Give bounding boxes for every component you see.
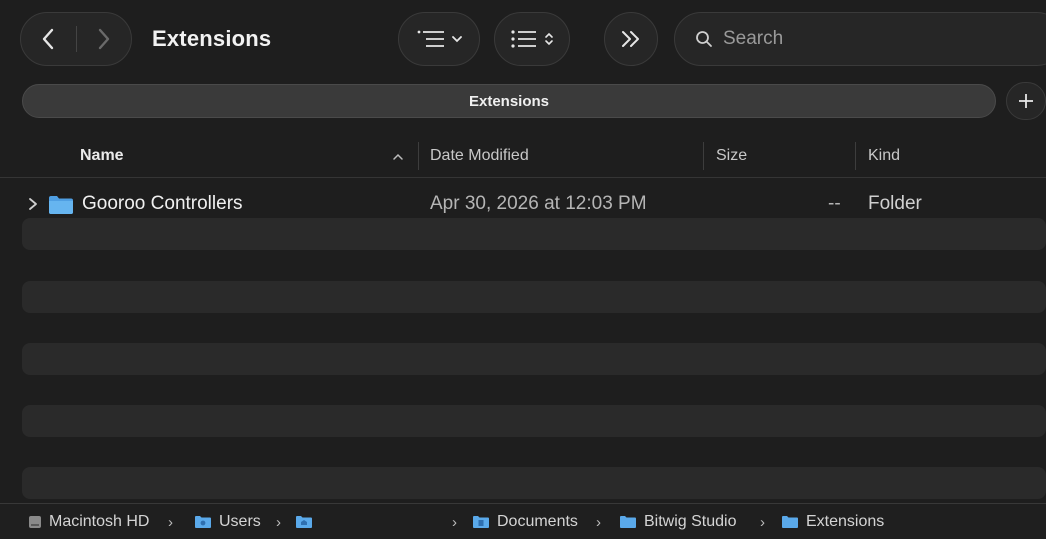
tab-extensions[interactable]: Extensions [22,84,996,118]
folder-icon [782,516,798,528]
path-separator: › [760,513,765,531]
add-tab-button[interactable] [1006,82,1046,120]
path-bar: Macintosh HD › Users › › Documents › Bit… [0,503,1046,539]
search-input[interactable] [723,28,1003,50]
column-size[interactable]: Size [716,134,747,178]
forward-button[interactable] [76,13,131,65]
finder-window: Extensions Search Extensions Name Date M… [0,0,1046,539]
path-item-label: Extensions [806,513,885,530]
path-separator: › [452,513,457,531]
search-field[interactable] [674,12,1046,66]
file-name: Gooroo Controllers [82,193,243,214]
row-stripe [22,218,1046,250]
folder-icon [49,196,73,214]
path-item-label: Users [219,513,261,530]
path-item-users[interactable]: Users [194,504,261,539]
search-icon [696,31,712,47]
path-item-label: Documents [497,513,578,530]
file-size: -- [828,193,841,214]
column-divider[interactable] [418,142,419,170]
path-separator: › [596,513,601,531]
column-divider[interactable] [855,142,856,170]
tab-label: Extensions [468,92,550,110]
navigation-controls [20,12,132,66]
sort-ascending-icon[interactable] [392,147,404,165]
path-item-home[interactable] [295,504,320,539]
home-folder-icon [296,516,312,528]
row-stripe [22,343,1046,375]
row-stripe [22,281,1046,313]
folder-icon [620,516,636,528]
disclosure-triangle-icon[interactable] [28,196,38,212]
chevron-right-icon [98,28,109,50]
more-toolbar-button[interactable] [604,12,658,66]
double-chevron-right-icon [622,31,639,47]
column-date-modified[interactable]: Date Modified [430,134,529,178]
chevron-left-icon [43,28,54,50]
path-separator: › [276,513,281,531]
path-item-macintosh-hd[interactable]: Macintosh HD [28,504,149,539]
back-button[interactable] [21,13,76,65]
window-title: Extensions [152,26,272,51]
toolbar: Extensions [0,0,1046,80]
plus-icon [1019,94,1033,108]
documents-folder-icon [473,516,489,528]
row-stripe [22,405,1046,437]
file-kind: Folder [868,193,922,214]
updown-chevron-icon [545,32,553,46]
column-kind[interactable]: Kind [868,134,900,178]
path-separator: › [168,513,173,531]
group-button[interactable] [494,12,570,66]
path-item-extensions[interactable]: Extensions [781,504,884,539]
path-item-label: Macintosh HD [49,513,150,530]
users-folder-icon [195,516,211,528]
column-divider[interactable] [703,142,704,170]
list-view-options-icon [417,30,444,47]
file-date-modified: Apr 30, 2026 at 12:03 PM [430,193,647,214]
list-group-icon [511,30,536,48]
path-item-documents[interactable]: Documents [472,504,578,539]
hard-drive-icon [29,516,41,528]
row-stripe [22,467,1046,499]
path-item-label: Bitwig Studio [644,513,737,530]
table-row[interactable]: Gooroo Controllers Apr 30, 2026 at 12:03… [22,188,1046,220]
path-item-bitwig-studio[interactable]: Bitwig Studio [619,504,737,539]
column-header: Name Date Modified Size Kind [0,134,1046,178]
chevron-down-icon [452,36,462,43]
column-name[interactable]: Name [80,134,124,178]
view-options-button[interactable] [398,12,480,66]
